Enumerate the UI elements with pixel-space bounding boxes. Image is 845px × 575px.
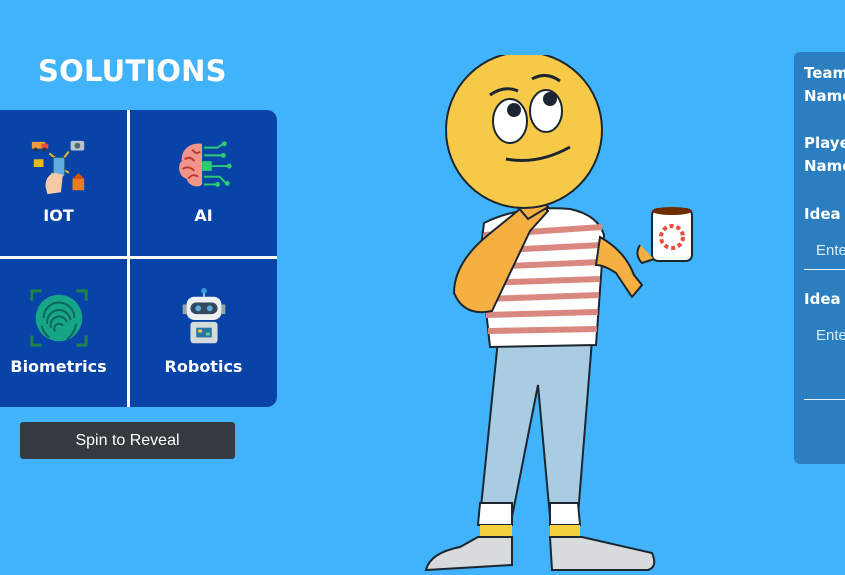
player-name-label-line1: Playe <box>804 134 845 152</box>
thinking-emoji-character <box>424 55 693 572</box>
tile-robotics[interactable]: Robotics <box>130 259 277 407</box>
tile-iot[interactable]: IOT <box>0 110 127 256</box>
player-name-label-line2: Name <box>804 157 845 175</box>
idea-name-input[interactable]: Ente <box>816 242 845 259</box>
solutions-title: SOLUTIONS <box>38 54 227 88</box>
ai-brain-icon <box>178 141 232 187</box>
team-name-label-line1: Team <box>804 64 845 82</box>
tile-label: AI <box>194 206 213 225</box>
fingerprint-icon <box>29 289 88 347</box>
tile-biometrics[interactable]: Biometrics <box>0 259 127 407</box>
idea-description-textarea[interactable]: Ente <box>816 327 845 344</box>
tile-label: Biometrics <box>10 357 107 376</box>
robot-icon <box>182 287 225 344</box>
tile-label: Robotics <box>164 357 243 376</box>
idea-name-input-underline <box>804 269 845 270</box>
tile-label: IOT <box>43 206 74 225</box>
team-name-label-line2: Name <box>804 87 845 105</box>
solutions-grid: IOT AI Biometrics Robotics <box>0 110 277 407</box>
spin-to-reveal-button[interactable]: Spin to Reveal <box>20 422 235 459</box>
idea-description-underline <box>804 399 845 400</box>
iot-icon <box>31 140 84 195</box>
tile-ai[interactable]: AI <box>130 110 277 256</box>
idea-name-label: Idea N <box>804 205 845 223</box>
idea-form-panel: Team Name Playe Name Idea N Ente Idea D … <box>794 52 845 464</box>
idea-description-label: Idea D <box>804 290 845 308</box>
